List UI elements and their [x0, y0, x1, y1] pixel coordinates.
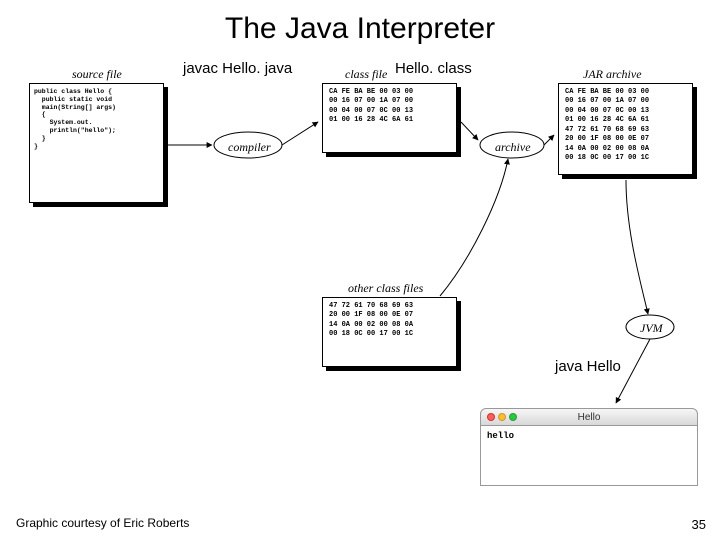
- slide-number: 35: [692, 517, 706, 532]
- slide-title: The Java Interpreter: [0, 0, 720, 46]
- credit-text: Graphic courtesy of Eric Roberts: [16, 516, 189, 530]
- terminal-title: Hello: [578, 412, 601, 423]
- source-file-box: public class Hello { public static void …: [29, 83, 164, 203]
- source-file-label: source file: [72, 67, 122, 82]
- class-name-text: Hello. class: [395, 60, 472, 77]
- window-controls: [487, 413, 517, 421]
- source-code-content: public class Hello { public static void …: [29, 83, 164, 203]
- class-file-label: class file: [345, 67, 387, 82]
- other-class-files-label: other class files: [348, 281, 423, 296]
- other-class-files-box: 47 72 61 70 68 69 63 20 00 1F 08 00 0E 0…: [322, 297, 457, 367]
- class-file-box: CA FE BA BE 00 03 00 00 16 07 00 1A 07 0…: [322, 83, 457, 153]
- terminal-titlebar: Hello: [480, 408, 698, 426]
- java-run-command: java Hello: [555, 358, 621, 375]
- other-class-files-hex: 47 72 61 70 68 69 63 20 00 1F 08 00 0E 0…: [322, 297, 457, 367]
- minimize-icon: [498, 413, 506, 421]
- terminal-window: Hello hello: [480, 408, 698, 486]
- jar-archive-hex: CA FE BA BE 00 03 00 00 16 07 00 1A 07 0…: [558, 83, 693, 175]
- terminal-output: hello: [480, 426, 698, 486]
- jvm-ellipse-label: JVM: [640, 321, 663, 336]
- class-file-hex: CA FE BA BE 00 03 00 00 16 07 00 1A 07 0…: [322, 83, 457, 153]
- jar-archive-label: JAR archive: [583, 67, 642, 82]
- archive-label: archive: [495, 140, 531, 155]
- zoom-icon: [509, 413, 517, 421]
- jar-archive-box: CA FE BA BE 00 03 00 00 16 07 00 1A 07 0…: [558, 83, 693, 175]
- compiler-label: compiler: [228, 140, 271, 155]
- javac-command-text: javac Hello. java: [183, 60, 292, 77]
- close-icon: [487, 413, 495, 421]
